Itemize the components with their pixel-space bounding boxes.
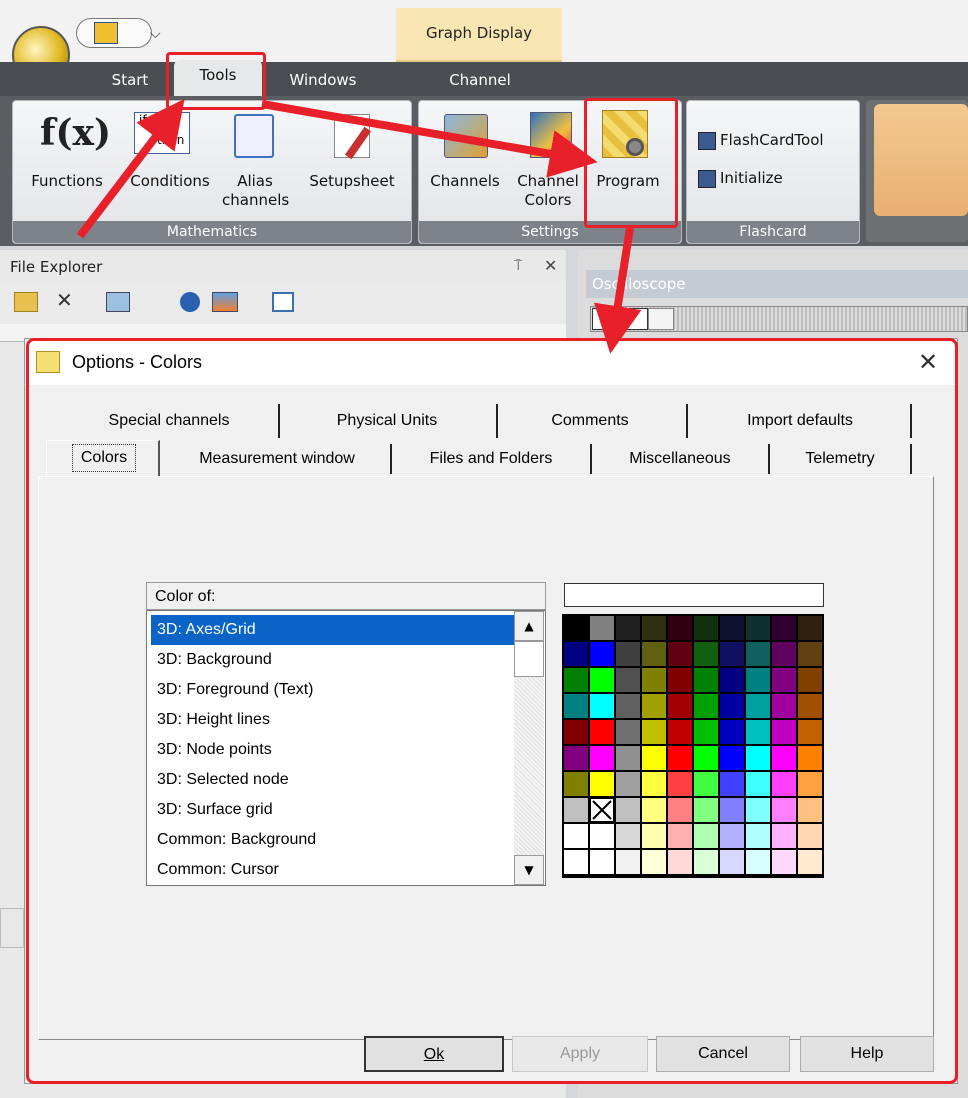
arrow-to-tools (76, 98, 185, 239)
arrow-to-dialog (594, 227, 642, 354)
arrow-to-program (261, 100, 598, 178)
annotation-arrows (76, 98, 642, 354)
